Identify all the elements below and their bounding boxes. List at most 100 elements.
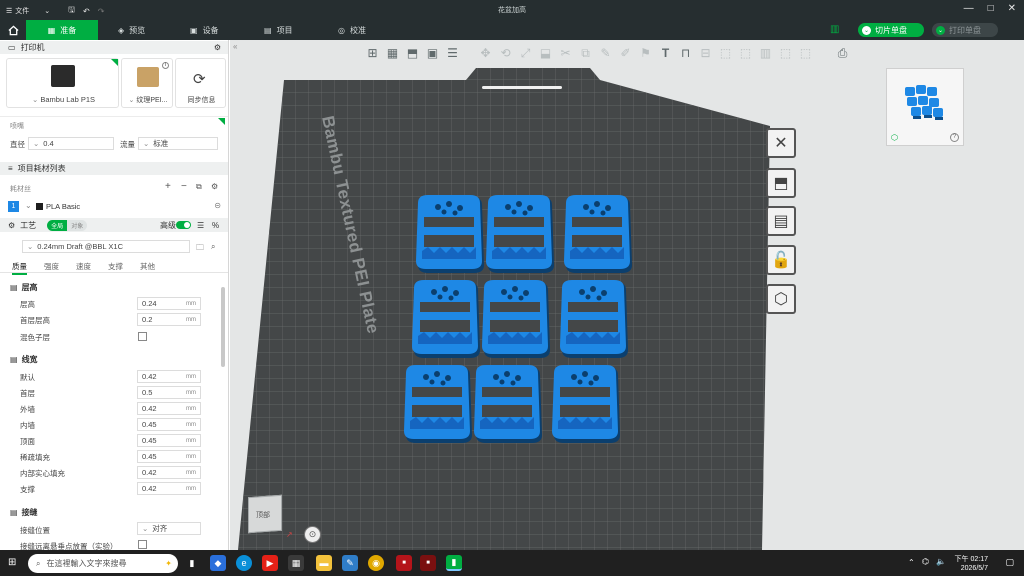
view-cube[interactable]: 顶部 [248, 494, 284, 534]
filament-name: PLA Basic [46, 202, 81, 211]
setting-unit: mm [186, 406, 196, 412]
planter-model[interactable] [550, 365, 624, 455]
network-icon[interactable]: ⌬ [922, 557, 929, 566]
panel-scrollbar[interactable] [221, 287, 225, 367]
filament-row[interactable]: 1 ⌄ PLA Basic ⊝ [8, 200, 223, 214]
setting-unit: mm [186, 438, 196, 444]
tab-label: 项目 [276, 25, 293, 35]
home-button[interactable] [0, 20, 26, 40]
youtube-icon[interactable]: ▶ [262, 555, 278, 571]
volume-icon[interactable]: 🔈 [936, 557, 946, 566]
tab-label: 准备 [60, 25, 77, 35]
seam-away-from-overhang-checkbox[interactable] [138, 540, 147, 549]
notification-icon[interactable]: ▢ [1005, 557, 1014, 568]
filament-sync-icon[interactable]: ⧉ [196, 182, 202, 192]
slice-plate-button[interactable]: ⌄ 切片单盘 [858, 23, 924, 37]
tab-device[interactable]: ▣ 设备 [190, 20, 219, 40]
planter-model[interactable] [562, 195, 636, 285]
file-explorer-icon[interactable]: ▬ [316, 555, 332, 571]
store-icon[interactable]: ◆ [210, 555, 226, 571]
setting-label: 内墙 [20, 421, 35, 430]
filament-edit-icon[interactable]: ⊝ [214, 201, 221, 210]
filament-settings-icon[interactable]: ⚙ [211, 182, 218, 191]
close-button[interactable]: ✕ [1008, 3, 1016, 14]
arrange-button[interactable]: ▤ [766, 206, 796, 236]
toggle-object[interactable]: 对象 [67, 219, 88, 231]
add-filament-icon[interactable]: + [165, 181, 171, 192]
bambu-studio-icon[interactable]: ▮ [446, 555, 462, 571]
planter-model[interactable] [402, 365, 476, 455]
app-icon-red[interactable]: ■ [396, 555, 412, 571]
seam-group: ▤ 接缝 [10, 507, 38, 518]
tab-preview[interactable]: ◈ 预览 [118, 20, 145, 40]
close-view-button[interactable]: ✕ [766, 128, 796, 158]
app-icon-dark[interactable]: ■ [420, 555, 436, 571]
layer-height-group: ▤ 层高 [10, 282, 38, 293]
tray-chevron-icon[interactable]: ⌃ [908, 558, 915, 567]
line-width-group: ▤ 线宽 [10, 354, 38, 365]
process-profile-select[interactable]: ⌄ 0.24mm Draft @BBL X1C [22, 240, 190, 253]
info-icon[interactable]: i [162, 62, 169, 69]
preview-icon: ◈ [118, 25, 125, 35]
minimize-button[interactable]: — [964, 3, 974, 14]
search-placeholder: 在這裡輸入文字來搜尋 [46, 559, 127, 568]
editor-icon[interactable]: ✎ [342, 555, 358, 571]
gear-icon[interactable]: ⚙ [214, 43, 221, 52]
search-icon[interactable]: ⌕ [211, 242, 215, 252]
advanced-toggle[interactable] [176, 221, 191, 229]
tab-support[interactable]: 支撑 [108, 261, 123, 272]
mixed-sublayer-checkbox[interactable] [138, 332, 147, 341]
plate-card[interactable]: i ⌄ 纹理PEI... [121, 58, 173, 108]
object-icon[interactable]: ⬡ [891, 133, 898, 142]
list-icon[interactable]: ☰ [197, 221, 204, 230]
taskbar-clock[interactable]: 下午 02:17 2026/5/7 [955, 555, 988, 573]
maximize-button[interactable]: □ [988, 3, 994, 14]
layout-icon[interactable]: ▥ [830, 24, 839, 35]
setting-label: 接缝远离悬垂点放置（实验） [20, 542, 118, 550]
tab-strength[interactable]: 强度 [44, 261, 59, 272]
advanced-label: 高级 [160, 220, 176, 230]
tab-speed[interactable]: 速度 [76, 261, 91, 272]
zoom-fit-icon[interactable]: ⊙ [304, 526, 321, 543]
global-object-toggle[interactable]: 全局 对象 [47, 219, 88, 231]
plate-settings-button[interactable]: ⬡ [766, 284, 796, 314]
help-icon[interactable]: ? [950, 133, 959, 142]
tab-prepare[interactable]: ▦ 准备 [26, 20, 98, 40]
seam-position-select[interactable]: ⌄ 对齐 [137, 522, 201, 535]
start-icon[interactable]: ⊞ [8, 557, 16, 568]
tab-others[interactable]: 其他 [140, 261, 155, 272]
planter-model[interactable] [480, 280, 554, 370]
print-plate-button[interactable]: ⌄ 打印单盘 [932, 23, 998, 37]
corner-flag-icon [111, 59, 118, 66]
3d-viewport[interactable]: « ⊞ ▦ ⬒ ▣ ☰ ✥ ⟲ ⤢ ⬓ ✂ ⧉ ✎ ✐ ⚑ T ⊓ ⊟ ⬚ ⬚ … [230, 40, 1024, 550]
save-profile-icon[interactable]: 🗀 [196, 242, 204, 256]
toggle-global[interactable]: 全局 [47, 219, 68, 231]
planter-model[interactable] [472, 365, 546, 455]
planter-model[interactable] [410, 280, 484, 370]
percent-icon[interactable]: % [212, 221, 219, 230]
nozzle-diameter-select[interactable]: ⌄ 0.4 [28, 137, 114, 150]
printer-image [51, 65, 75, 87]
auto-orient-button[interactable]: ⬒ [766, 168, 796, 198]
nozzle-flow-select[interactable]: ⌄ 标准 [138, 137, 218, 150]
toggle-knob [184, 222, 190, 228]
tab-calibration[interactable]: ◎ 校准 [338, 20, 366, 40]
tab-project[interactable]: ▤ 项目 [264, 20, 293, 40]
task-view-icon[interactable]: ▮ [184, 555, 200, 571]
print-plate-label: 打印单盘 [949, 25, 981, 35]
remove-filament-icon[interactable]: − [181, 181, 187, 192]
setting-value: 0.2 [142, 315, 153, 324]
tab-quality[interactable]: 质量 [12, 261, 27, 275]
sync-info-button[interactable]: ⟳ 同步信息 [175, 58, 226, 108]
taskbar-search[interactable]: ⌕ 在這裡輸入文字來搜尋 ✦ [28, 554, 178, 573]
apps-icon[interactable]: ▦ [288, 555, 304, 571]
edge-icon[interactable]: e [236, 555, 252, 571]
planter-model[interactable] [558, 280, 632, 370]
lock-button[interactable]: 🔓 [766, 245, 796, 275]
planter-model[interactable] [414, 195, 488, 285]
printer-card[interactable]: ⌄ Bambu Lab P1S [6, 58, 119, 108]
planter-model[interactable] [484, 195, 558, 285]
setting-label: 内部实心填充 [20, 469, 65, 478]
chrome-icon[interactable]: ◉ [368, 555, 384, 571]
plate-thumbnail[interactable]: ⬡ ? [886, 68, 964, 146]
